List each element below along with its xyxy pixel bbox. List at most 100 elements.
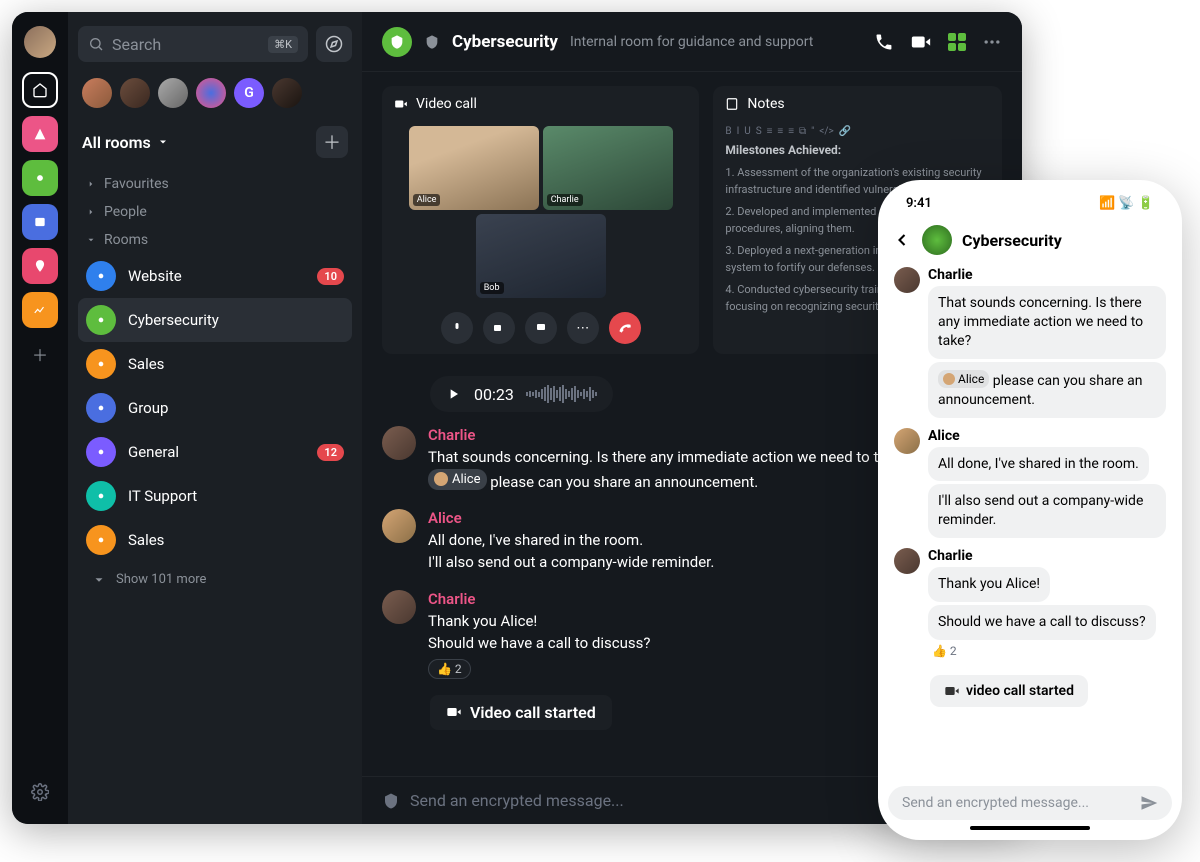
room-name: Cybersecurity xyxy=(128,311,219,329)
mobile-message: CharlieThat sounds concerning. Is there … xyxy=(894,267,1166,418)
message-avatar[interactable] xyxy=(382,426,416,460)
show-more-button[interactable]: Show 101 more xyxy=(78,562,352,597)
message-avatar[interactable] xyxy=(382,590,416,624)
section-rooms[interactable]: Rooms xyxy=(78,226,352,254)
mobile-messages: CharlieThat sounds concerning. Is there … xyxy=(888,265,1172,780)
recent-avatar[interactable] xyxy=(82,78,112,108)
rooms-filter[interactable]: All rooms xyxy=(82,133,169,152)
section-people[interactable]: People xyxy=(78,198,352,226)
room-item[interactable]: Website10 xyxy=(78,254,352,298)
message-text: I'll also send out a company-wide remind… xyxy=(428,551,714,574)
mute-button[interactable] xyxy=(441,312,473,344)
recent-avatar[interactable] xyxy=(120,78,150,108)
room-item[interactable]: Cybersecurity xyxy=(78,298,352,342)
participant-label: Bob xyxy=(480,282,504,294)
mention[interactable]: Alice xyxy=(938,370,989,388)
search-icon xyxy=(88,36,104,52)
room-icon xyxy=(86,393,116,423)
recent-avatar[interactable] xyxy=(158,78,188,108)
call-more-button[interactable]: ⋯ xyxy=(567,312,599,344)
more-icon[interactable] xyxy=(982,32,1002,52)
message-avatar[interactable] xyxy=(382,509,416,543)
message-bubble: All done, I've shared in the room. xyxy=(928,447,1149,482)
room-icon xyxy=(86,481,116,511)
message-bubble: Thank you Alice! xyxy=(928,567,1050,602)
space-button-5[interactable] xyxy=(22,292,58,328)
verified-icon xyxy=(424,34,440,50)
room-item[interactable]: Sales xyxy=(78,342,352,386)
room-icon xyxy=(86,525,116,555)
message-avatar[interactable] xyxy=(894,548,920,574)
section-favourites[interactable]: Favourites xyxy=(78,170,352,198)
room-item[interactable]: General12 xyxy=(78,430,352,474)
message-author: Charlie xyxy=(428,426,909,444)
message-author: Alice xyxy=(928,428,1166,444)
back-button[interactable] xyxy=(892,230,912,250)
notes-icon xyxy=(725,97,739,111)
room-name: General xyxy=(128,443,179,461)
recent-avatar[interactable] xyxy=(272,78,302,108)
phone-icon[interactable] xyxy=(874,32,894,52)
recent-avatar[interactable]: G xyxy=(234,78,264,108)
video-icon[interactable] xyxy=(910,31,932,53)
room-item[interactable]: Sales xyxy=(78,518,352,562)
mention[interactable]: Alice xyxy=(428,469,487,491)
space-button-4[interactable] xyxy=(22,248,58,284)
space-button-2[interactable] xyxy=(22,160,58,196)
add-room-button[interactable]: ＋ xyxy=(316,126,348,158)
panel-title: Video call xyxy=(416,96,477,112)
camera-button[interactable] xyxy=(483,312,515,344)
space-button-3[interactable] xyxy=(22,204,58,240)
explore-button[interactable] xyxy=(316,26,352,62)
search-input[interactable]: Search ⌘K xyxy=(78,26,308,62)
message-text: That sounds concerning. Is there any imm… xyxy=(428,446,909,469)
share-button[interactable] xyxy=(525,312,557,344)
apps-icon[interactable] xyxy=(948,33,966,51)
video-call-started[interactable]: Video call started xyxy=(430,695,612,730)
chevron-right-icon xyxy=(86,179,96,189)
add-space-button[interactable]: ＋ xyxy=(22,336,58,372)
unread-badge: 10 xyxy=(317,268,344,285)
audio-message[interactable]: 00:23 xyxy=(430,376,613,412)
notes-toolbar[interactable]: B I U S ≡ ≡ ≡ ⧉ " </> 🔗 xyxy=(713,122,1002,141)
reaction[interactable]: 👍 2 xyxy=(428,659,471,679)
message-text: Should we have a call to discuss? xyxy=(428,632,650,655)
recent-avatars: G xyxy=(78,78,352,122)
panel-title: Notes xyxy=(747,96,784,112)
video-call-started[interactable]: video call started xyxy=(930,675,1088,707)
message-text: Alice please can you share an announceme… xyxy=(428,469,909,493)
chat-header: Cybersecurity Internal room for guidance… xyxy=(362,12,1022,72)
room-item[interactable]: Group xyxy=(78,386,352,430)
video-participant[interactable]: Bob xyxy=(476,214,606,298)
settings-button[interactable] xyxy=(22,774,58,810)
home-button[interactable] xyxy=(22,72,58,108)
reaction[interactable]: 👍 2 xyxy=(928,644,957,658)
message-avatar[interactable] xyxy=(894,428,920,454)
message-bubble: Alice please can you share an announceme… xyxy=(928,362,1166,418)
room-name: Sales xyxy=(128,355,164,373)
video-participant[interactable]: Alice xyxy=(409,126,539,210)
message-bubble: Should we have a call to discuss? xyxy=(928,605,1156,640)
status-icons: 📶 📡 🔋 xyxy=(1099,196,1154,211)
mobile-header: Cybersecurity xyxy=(888,221,1172,265)
message-avatar[interactable] xyxy=(894,267,920,293)
room-icon xyxy=(86,305,116,335)
audio-duration: 00:23 xyxy=(474,385,514,404)
room-icon xyxy=(86,437,116,467)
recent-avatar[interactable] xyxy=(196,78,226,108)
end-call-button[interactable] xyxy=(609,312,641,344)
room-icon xyxy=(922,225,952,255)
status-bar: 9:41 📶 📡 🔋 xyxy=(888,194,1172,221)
message-author: Charlie xyxy=(428,590,650,608)
user-avatar[interactable] xyxy=(24,26,56,58)
space-button-1[interactable] xyxy=(22,116,58,152)
video-participant[interactable]: Charlie xyxy=(543,126,673,210)
room-icon xyxy=(86,349,116,379)
play-icon[interactable] xyxy=(446,386,462,402)
room-item[interactable]: IT Support xyxy=(78,474,352,518)
room-name: IT Support xyxy=(128,487,197,505)
message-author: Charlie xyxy=(928,267,1166,283)
mobile-composer[interactable]: Send an encrypted message... xyxy=(888,786,1172,820)
message-bubble: I'll also send out a company-wide remind… xyxy=(928,484,1166,538)
send-icon[interactable] xyxy=(1140,794,1158,812)
